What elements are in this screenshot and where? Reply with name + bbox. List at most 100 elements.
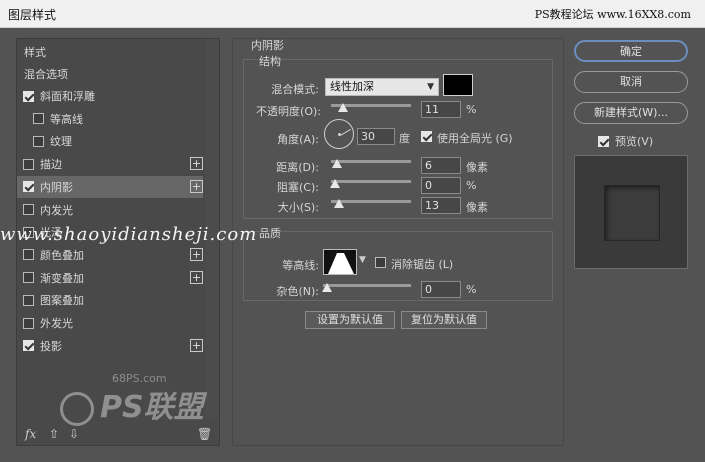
style-item-checkbox[interactable]	[23, 158, 34, 170]
style-item[interactable]: 内阴影 +	[17, 175, 203, 198]
style-item-checkbox[interactable]	[23, 272, 34, 284]
distance-input[interactable]: 6	[421, 157, 461, 174]
style-item[interactable]: 内发光	[17, 199, 203, 221]
angle-dial-hand	[340, 129, 351, 136]
style-item-label: 外发光	[40, 317, 73, 330]
noise-thumb[interactable]	[322, 283, 332, 292]
trash-icon[interactable]: 🗑	[197, 427, 212, 441]
style-item[interactable]: 外发光	[17, 312, 203, 334]
shadow-color-swatch[interactable]	[443, 74, 473, 96]
watermark-logo: PS联盟	[60, 382, 204, 426]
ok-button[interactable]: 确定	[574, 40, 688, 62]
size-slider[interactable]	[331, 198, 411, 208]
watermark-top: PS教程论坛 www.16XX8.com	[534, 8, 691, 21]
opacity-input[interactable]: 11	[421, 101, 461, 118]
noise-input[interactable]: 0	[421, 281, 461, 298]
size-unit: 像素	[466, 201, 488, 214]
choke-slider[interactable]	[330, 178, 411, 188]
inner-shadow-title: 内阴影	[251, 39, 284, 52]
noise-track	[323, 284, 411, 287]
add-effect-icon[interactable]: +	[190, 270, 203, 284]
opacity-thumb[interactable]	[337, 103, 348, 112]
preview-toggle[interactable]: 预览(V)	[598, 133, 653, 149]
title-bar: 图层样式 PS教程论坛 www.16XX8.com	[0, 0, 705, 28]
watermark-line: www.shaoyidiansheji.com	[0, 224, 705, 245]
style-item-checkbox[interactable]	[23, 204, 34, 215]
blend-mode-label: 混合模式:	[271, 83, 319, 96]
choke-unit: %	[466, 179, 477, 192]
move-down-icon[interactable]: ⇩	[69, 427, 79, 441]
add-effect-icon[interactable]: +	[190, 157, 203, 171]
style-item[interactable]: 等高线	[17, 108, 203, 130]
opacity-unit: %	[466, 103, 477, 116]
style-item-checkbox[interactable]	[33, 135, 44, 147]
style-item-checkbox[interactable]	[23, 249, 34, 261]
reset-default-button[interactable]: 复位为默认值	[401, 311, 487, 329]
style-item-label: 纹理	[50, 135, 72, 149]
fx-icon[interactable]: fx	[25, 427, 36, 441]
style-item-checkbox[interactable]	[23, 340, 34, 352]
choke-track	[331, 180, 411, 183]
distance-label: 距离(D):	[276, 161, 319, 174]
style-item[interactable]: 斜面和浮雕	[17, 85, 203, 107]
angle-unit: 度	[399, 132, 410, 145]
style-item[interactable]: 渐变叠加 +	[17, 267, 203, 289]
style-item[interactable]: 图案叠加	[17, 289, 203, 311]
preview-label: 预览(V)	[615, 135, 654, 148]
distance-slider[interactable]	[331, 158, 411, 168]
add-effect-icon[interactable]: +	[190, 247, 203, 261]
size-input[interactable]: 13	[421, 197, 461, 214]
window-title: 图层样式	[8, 8, 57, 22]
contour-curve-icon	[328, 253, 354, 274]
style-item[interactable]: 颜色叠加 +	[17, 244, 203, 266]
add-effect-icon[interactable]: +	[190, 338, 203, 352]
style-item-checkbox[interactable]	[23, 294, 34, 306]
blend-mode-dropdown[interactable]: 线性加深 ▼	[325, 78, 439, 96]
watermark-line-text: www.shaoyidiansheji.com	[0, 224, 258, 245]
style-item-label: 内阴影	[40, 180, 73, 194]
distance-thumb[interactable]	[331, 159, 342, 168]
chevron-down-icon: ▼	[427, 82, 434, 92]
global-light-label[interactable]: 使用全局光 (G)	[437, 130, 513, 146]
add-effect-icon[interactable]: +	[190, 179, 203, 193]
style-item-label: 描边	[40, 158, 62, 172]
structure-title: 结构	[259, 55, 281, 68]
blend-mode-value: 线性加深	[330, 80, 374, 93]
noise-slider[interactable]	[322, 282, 411, 292]
choke-thumb[interactable]	[330, 179, 340, 188]
style-item[interactable]: 描边 +	[17, 153, 203, 175]
style-item-checkbox[interactable]	[23, 317, 34, 329]
distance-track	[331, 160, 411, 163]
styles-header[interactable]: 样式	[24, 41, 210, 63]
style-item-checkbox[interactable]	[33, 113, 44, 125]
watermark-logo-text: PS联盟	[100, 390, 204, 425]
set-default-button[interactable]: 设置为默认值	[305, 311, 395, 329]
size-label: 大小(S):	[277, 201, 319, 214]
style-item-label: 等高线	[50, 112, 83, 126]
new-style-button[interactable]: 新建样式(W)...	[574, 102, 688, 124]
style-preview	[574, 155, 688, 269]
style-item-label: 颜色叠加	[40, 248, 84, 262]
antialias-checkbox[interactable]	[375, 257, 386, 268]
blend-options-item[interactable]: 混合选项	[24, 63, 210, 85]
antialias-label[interactable]: 消除锯齿 (L)	[391, 256, 453, 272]
size-thumb[interactable]	[333, 199, 344, 208]
style-item[interactable]: 纹理	[17, 130, 203, 152]
preview-checkbox[interactable]	[598, 135, 609, 147]
distance-unit: 像素	[466, 161, 488, 174]
cancel-button[interactable]: 取消	[574, 71, 688, 93]
contour-label: 等高线:	[282, 259, 319, 272]
angle-dial[interactable]	[324, 119, 354, 149]
style-item-label: 渐变叠加	[40, 271, 84, 285]
angle-input[interactable]: 30	[357, 128, 395, 145]
choke-input[interactable]: 0	[421, 177, 461, 194]
contour-picker[interactable]	[323, 249, 357, 275]
move-up-icon[interactable]: ⇧	[49, 427, 59, 441]
style-item[interactable]: 投影 +	[17, 335, 203, 357]
contour-chevron-icon[interactable]: ▼	[359, 255, 366, 265]
logo-ring-icon	[60, 391, 94, 426]
global-light-checkbox[interactable]	[421, 131, 432, 142]
style-item-checkbox[interactable]	[23, 90, 34, 102]
style-item-checkbox[interactable]	[23, 181, 34, 193]
opacity-slider[interactable]	[331, 102, 411, 112]
